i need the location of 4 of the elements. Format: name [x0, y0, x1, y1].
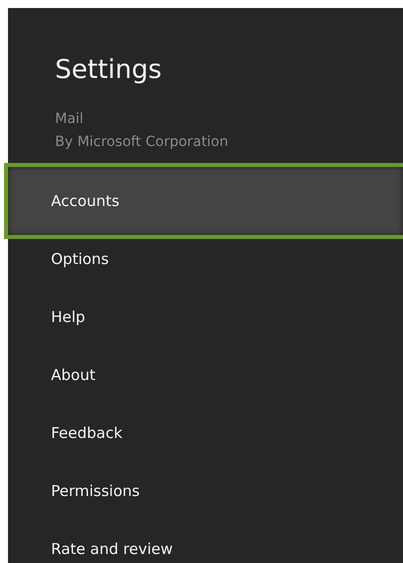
app-name: Mail: [54, 110, 84, 129]
settings-title: Settings: [54, 54, 163, 87]
settings-menu-item[interactable]: Accounts: [4, 163, 403, 239]
publisher-text: By Microsoft Corporation: [54, 133, 230, 152]
